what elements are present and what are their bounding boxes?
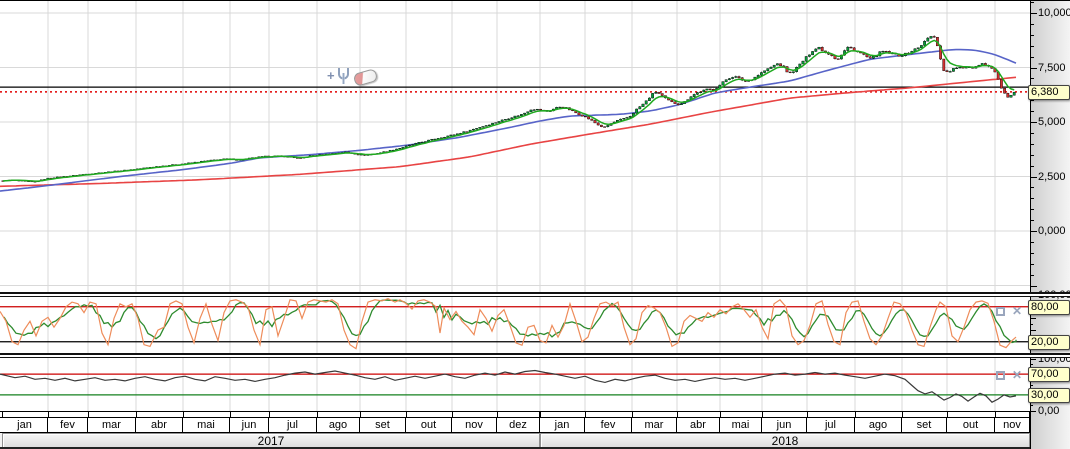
month-cell: out — [406, 418, 452, 432]
axis-tick — [1030, 324, 1033, 326]
month-cell: jan — [540, 418, 585, 432]
axis-tick — [1030, 122, 1037, 123]
panel-divider[interactable] — [0, 353, 1070, 358]
year-box: 2018 — [540, 433, 1030, 448]
rsi-level-tag: 70,00 — [1028, 367, 1070, 383]
axis-tick — [1030, 165, 1034, 167]
month-cell: mai — [720, 418, 762, 432]
axis-tick — [1030, 143, 1034, 145]
axis-tick — [1030, 358, 1036, 360]
axis-tick — [1030, 263, 1034, 265]
maximize-panel-icon[interactable] — [996, 371, 1005, 380]
month-cell: jan — [2, 418, 48, 432]
rsi-tick-label: 0,00 — [1038, 404, 1060, 417]
axis-tick — [1030, 330, 1036, 332]
month-row: jan fev mar abr mai jun jul ago set out nov dez jan f… — [0, 417, 1030, 433]
month-cell: abr — [136, 418, 183, 432]
month-cell: fev — [48, 418, 88, 432]
stoch-level-tag: 80,00 — [1028, 299, 1070, 315]
month-cell: nov — [452, 418, 497, 432]
close-panel-icon[interactable]: ✕ — [1012, 369, 1022, 381]
month-cell: mai — [183, 418, 230, 432]
month-cell: jun — [762, 418, 807, 432]
rsi-panel[interactable] — [0, 358, 1030, 411]
axis-tick — [1030, 363, 1033, 365]
axis-tick — [1030, 13, 1037, 14]
crosshair-plus-icon[interactable]: + — [327, 68, 335, 83]
panel-divider[interactable] — [0, 292, 1070, 297]
month-cell: out — [947, 418, 995, 432]
month-cell: jun — [230, 418, 269, 432]
axis-tick — [1030, 285, 1037, 287]
month-cell: abr — [677, 418, 720, 432]
month-cell: nov — [995, 418, 1030, 432]
price-chart-panel[interactable] — [0, 1, 1030, 292]
axis-tick — [1030, 78, 1034, 80]
year-box: 2017 — [2, 433, 540, 448]
month-cell: mar — [632, 418, 677, 432]
axis-tick — [1030, 220, 1034, 222]
axis-tick — [1030, 405, 1033, 407]
month-cell: set — [360, 418, 406, 432]
maximize-panel-icon[interactable] — [996, 307, 1005, 316]
axis-tick — [1030, 100, 1034, 102]
axis-tick — [1030, 176, 1037, 178]
axis-tick — [1030, 318, 1036, 320]
axis-tick — [1030, 209, 1034, 211]
month-cell: ago — [317, 418, 360, 432]
axis-tick — [1030, 45, 1034, 47]
rsi-level-tag: 30,00 — [1028, 387, 1070, 403]
close-panel-icon[interactable]: ✕ — [1012, 305, 1022, 317]
axis-tick — [1030, 274, 1034, 276]
axis-tick — [1030, 23, 1034, 25]
year-row: 2017 2018 — [0, 433, 1030, 448]
price-tick-label: 5,000 — [1038, 116, 1066, 128]
axis-tick — [1030, 111, 1034, 113]
axis-tick — [1030, 67, 1037, 69]
axis-tick — [1030, 187, 1034, 189]
stochastic-panel[interactable] — [0, 297, 1030, 353]
pitchfork-tool-icon[interactable] — [337, 67, 350, 85]
axis-tick — [1030, 384, 1033, 386]
month-cell: dez — [497, 418, 540, 432]
price-tick-label: 2,500 — [1038, 170, 1066, 183]
axis-tick — [1030, 154, 1034, 156]
month-cell: ago — [855, 418, 902, 432]
axis-tick — [1030, 2, 1034, 4]
axis-tick — [1030, 56, 1034, 58]
charting-application: jan fev mar abr mai jun jul ago set out nov dez jan f… — [0, 0, 1070, 449]
price-tick-label: 10,000 — [1038, 7, 1070, 19]
axis-tick — [1030, 231, 1037, 232]
stoch-level-tag: 20,00 — [1028, 334, 1070, 350]
price-tick-label: 7,500 — [1038, 61, 1066, 74]
axis-tick — [1030, 252, 1034, 254]
month-cell: set — [902, 418, 947, 432]
axis-tick — [1030, 198, 1034, 200]
month-cell: mar — [88, 418, 136, 432]
month-cell: fev — [585, 418, 632, 432]
axis-tick — [1030, 34, 1034, 36]
month-cell: jul — [807, 418, 855, 432]
time-axis[interactable]: jan fev mar abr mai jun jul ago set out nov dez jan f… — [0, 411, 1030, 449]
month-cell: jul — [269, 418, 317, 432]
price-tick-label: 0,000 — [1038, 225, 1066, 237]
axis-tick — [1030, 410, 1036, 412]
current-price-tag: 6,380 — [1028, 84, 1070, 100]
axis-tick — [1030, 132, 1034, 134]
axis-tick — [1030, 241, 1034, 243]
